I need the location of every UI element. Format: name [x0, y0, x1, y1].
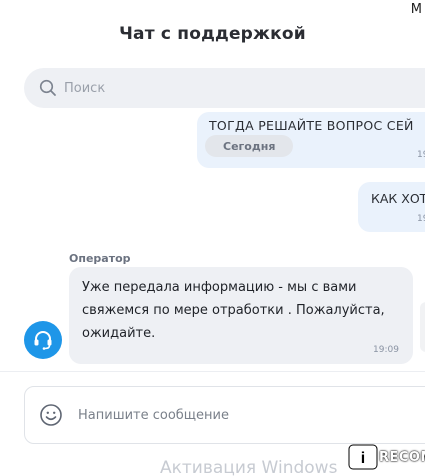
svg-text:i: i: [361, 450, 365, 467]
message-composer[interactable]: Напишите сообщение: [24, 386, 425, 444]
scroll-edge: [420, 302, 425, 352]
search-bar[interactable]: Поиск: [24, 68, 425, 108]
search-input[interactable]: Поиск: [64, 81, 105, 96]
emoji-icon[interactable]: [39, 403, 63, 427]
outgoing-message: КАК ХОТ 19: [358, 182, 425, 232]
corner-char: M: [410, 2, 422, 17]
message-text: ТОГДА РЕШАЙТЕ ВОПРОС СЕЙ: [209, 118, 414, 133]
headset-icon: [34, 331, 52, 350]
support-chat-panel: M Чат с поддержкой Поиск ТОГДА РЕШАЙТЕ В…: [0, 0, 425, 476]
date-separator: Сегодня: [205, 135, 294, 157]
site-watermark-text: RECOM: [379, 449, 425, 465]
message-time: 19:09: [373, 345, 399, 355]
divider: [0, 371, 425, 372]
message-time: 19:: [417, 150, 425, 160]
message-list[interactable]: ТОГДА РЕШАЙТЕ ВОПРОС СЕЙ 19: Сегодня КАК…: [0, 112, 425, 370]
message-time: 19: [417, 214, 425, 224]
os-activation-watermark: Активация Windows: [160, 458, 338, 476]
operator-label: Оператор: [69, 252, 131, 265]
message-text: Уже передала информацию - мы с вами свяж…: [82, 280, 385, 341]
operator-avatar: [24, 321, 62, 359]
search-icon: [39, 79, 57, 97]
message-text: КАК ХОТ: [371, 191, 425, 206]
page-title: Чат с поддержкой: [119, 24, 306, 44]
incoming-message: Уже передала информацию - мы с вами свяж…: [69, 267, 413, 364]
message-input[interactable]: Напишите сообщение: [78, 408, 229, 423]
recommend-logo-icon: i: [348, 443, 378, 471]
site-watermark: i RECOM: [348, 443, 425, 471]
